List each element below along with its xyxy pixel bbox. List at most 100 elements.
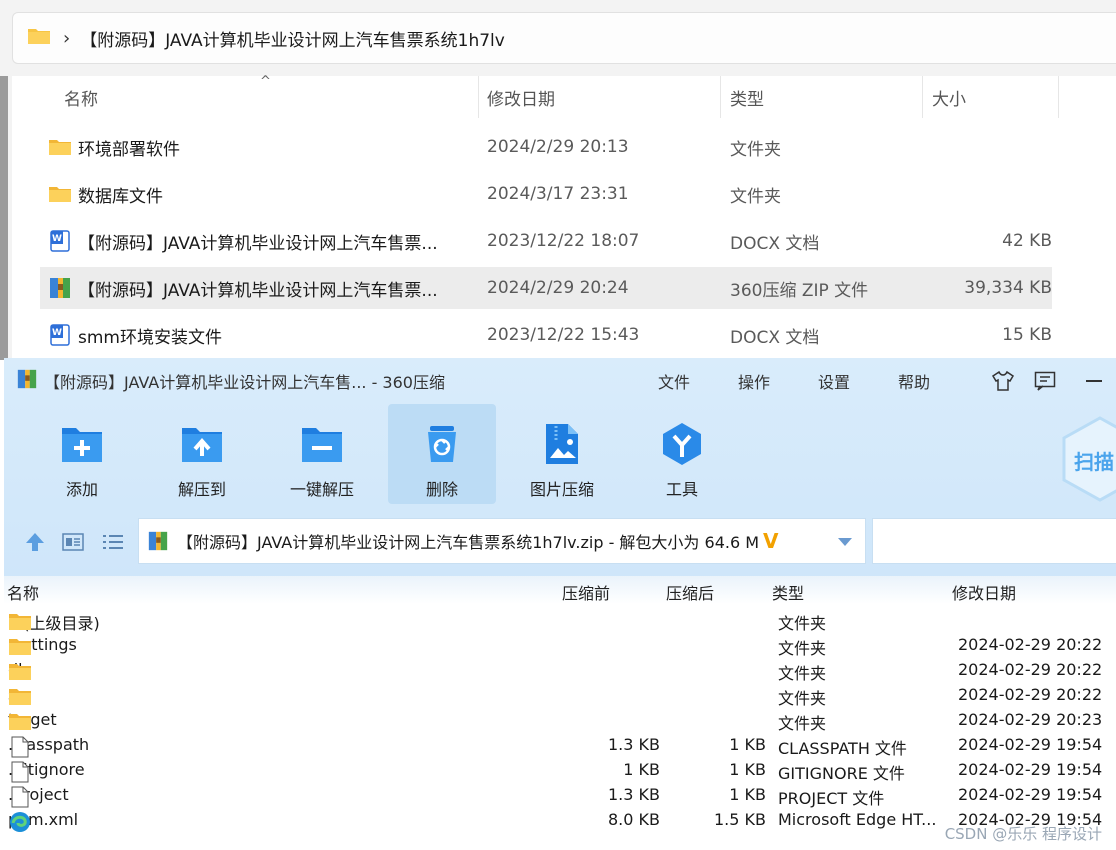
file-size: 15 KB (1002, 325, 1052, 345)
feedback-icon[interactable] (1030, 368, 1060, 394)
entry-before: 1.3 KB (608, 785, 660, 804)
archive-path-box[interactable]: 【附源码】JAVA计算机毕业设计网上汽车售票系统1h7lv.zip - 解包大小… (138, 518, 866, 564)
menu-operation[interactable]: 操作 (738, 368, 770, 394)
address-bar[interactable]: › 【附源码】JAVA计算机毕业设计网上汽车售票系统1h7lv (12, 12, 1116, 64)
file-modified: 2023/12/22 15:43 (487, 325, 640, 345)
file-row[interactable]: 环境部署软件 2024/2/29 20:13 文件夹 (40, 126, 1052, 168)
file-row[interactable]: W 【附源码】JAVA计算机毕业设计网上汽车售票... 2023/12/22 18… (40, 220, 1052, 262)
search-input[interactable] (872, 518, 1116, 564)
entry-type: GITIGNORE 文件 (778, 764, 905, 783)
minimize-icon[interactable] (1080, 368, 1108, 394)
scan-badge-text: 扫描 (1074, 450, 1114, 474)
details-view-icon[interactable] (61, 530, 85, 554)
archive-row[interactable]: target 文件夹 2024-02-29 20:23 (4, 708, 1116, 733)
toolbar-extract-to-button[interactable]: 解压到 (148, 404, 256, 504)
column-header-size[interactable]: 大小 (932, 76, 966, 118)
file-row[interactable]: Wsmm环境安装文件 2023/12/22 15:43 DOCX 文档 15 K… (40, 314, 1052, 356)
column-header-type[interactable]: 类型 (730, 76, 764, 118)
folder-icon (8, 687, 32, 707)
list-view-icon[interactable] (101, 530, 125, 554)
up-arrow-icon[interactable] (23, 530, 47, 554)
archive-row[interactable]: .classpath 1.3 KB 1 KB CLASSPATH 文件 2024… (4, 733, 1116, 758)
column-header-modified[interactable]: 修改日期 (487, 76, 555, 118)
vip-icon[interactable]: V (763, 529, 778, 553)
entry-after: 1 KB (729, 735, 766, 754)
entry-type: PROJECT 文件 (778, 789, 885, 808)
entry-before: 1.3 KB (608, 735, 660, 754)
file-row-selected[interactable]: 【附源码】JAVA计算机毕业设计网上汽车售票... 2024/2/29 20:2… (40, 267, 1052, 309)
svg-text:W: W (52, 234, 62, 244)
window-title: 【附源码】JAVA计算机毕业设计网上汽车售... - 360压缩 (16, 368, 445, 394)
breadcrumb[interactable]: 【附源码】JAVA计算机毕业设计网上汽车售票系统1h7lv (80, 26, 505, 51)
file-name: 【附源码】JAVA计算机毕业设计网上汽车售票... (78, 233, 438, 254)
window-title-text: 【附源码】JAVA计算机毕业设计网上汽车售... - 360压缩 (44, 373, 445, 392)
toolbar-add-button[interactable]: 添加 (28, 404, 136, 504)
zip-archive-icon (16, 368, 38, 394)
archive-row[interactable]: .settings 文件夹 2024-02-29 20:22 (4, 633, 1116, 658)
archive-row[interactable]: src 文件夹 2024-02-29 20:22 (4, 683, 1116, 708)
docx-icon: W (48, 323, 72, 347)
entry-type: 文件夹 (778, 664, 827, 683)
toolbar-label: 工具 (665, 480, 698, 499)
toolbar-label: 添加 (65, 480, 98, 499)
extract-to-icon (182, 428, 222, 462)
image-compress-icon (546, 424, 578, 464)
dropdown-arrow-icon[interactable] (837, 532, 853, 551)
archive-row[interactable]: .project 1.3 KB 1 KB PROJECT 文件 2024-02-… (4, 783, 1116, 808)
nav-pane-edge (0, 76, 8, 360)
toolbar-label: 一键解压 (289, 480, 354, 499)
entry-type: CLASSPATH 文件 (778, 739, 907, 758)
folder-icon (8, 637, 32, 657)
file-type: DOCX 文档 (730, 233, 820, 254)
toolbar-delete-button[interactable]: 删除 (388, 404, 496, 504)
menu-settings[interactable]: 设置 (818, 368, 850, 394)
column-header-after[interactable]: 压缩后 (666, 580, 714, 604)
archive-row[interactable]: db 文件夹 2024-02-29 20:22 (4, 658, 1116, 683)
column-divider[interactable] (478, 76, 479, 118)
svg-text:W: W (52, 328, 62, 338)
zip-archive-icon (147, 530, 169, 552)
column-header-name[interactable]: 名称 (64, 76, 98, 118)
folder-icon (8, 612, 32, 632)
column-divider[interactable] (720, 76, 721, 118)
file-row[interactable]: 数据库文件 2024/3/17 23:31 文件夹 (40, 173, 1052, 215)
toolbar-one-click-extract-button[interactable]: 一键解压 (268, 404, 376, 504)
entry-type: 文件夹 (778, 689, 827, 708)
file-icon (8, 761, 32, 783)
menu-file[interactable]: 文件 (658, 368, 690, 394)
watermark: CSDN @乐乐 程序设计 (944, 825, 1102, 843)
column-divider[interactable] (1058, 76, 1059, 118)
column-header-modified[interactable]: 修改日期 (952, 580, 1016, 604)
entry-modified: 2024-02-29 19:54 (958, 785, 1103, 804)
toolbar-label: 解压到 (177, 480, 226, 499)
toolbar-label: 图片压缩 (529, 480, 594, 499)
entry-after: 1 KB (729, 760, 766, 779)
file-size: 42 KB (1002, 231, 1052, 251)
entry-type: 文件夹 (778, 614, 827, 633)
archive-row[interactable]: .gitignore 1 KB 1 KB GITIGNORE 文件 2024-0… (4, 758, 1116, 783)
archive-row[interactable]: .. (上级目录) 文件夹 (4, 608, 1116, 633)
file-modified: 2023/12/22 18:07 (487, 231, 640, 251)
file-name: 数据库文件 (78, 186, 163, 207)
menu-help[interactable]: 帮助 (898, 368, 930, 394)
file-explorer-window: › 【附源码】JAVA计算机毕业设计网上汽车售票系统1h7lv ^ 名称 修改日… (0, 0, 1116, 360)
toolbar-image-compress-button[interactable]: 图片压缩 (508, 404, 616, 504)
column-divider[interactable] (922, 76, 923, 118)
column-header-type[interactable]: 类型 (772, 580, 804, 604)
entry-modified: 2024-02-29 20:22 (958, 660, 1103, 679)
toolbar-label: 删除 (425, 480, 458, 499)
skin-shirt-icon[interactable] (988, 368, 1018, 394)
one-click-extract-icon (302, 428, 342, 462)
column-header-name[interactable]: 名称 (7, 580, 39, 604)
tools-icon (663, 423, 701, 465)
scan-badge[interactable]: 扫描 (1060, 416, 1116, 502)
docx-icon: W (48, 229, 72, 253)
toolbar-tools-button[interactable]: 工具 (628, 404, 736, 504)
entry-after: 1.5 KB (714, 810, 766, 829)
chevron-right-icon[interactable]: › (63, 28, 70, 49)
file-list: ^ 名称 修改日期 类型 大小 环境部署软件 2024/2/29 20:13 文… (12, 74, 1116, 360)
file-name: 环境部署软件 (78, 139, 180, 160)
entry-type: 文件夹 (778, 639, 827, 658)
navigation-row: 【附源码】JAVA计算机毕业设计网上汽车售票系统1h7lv.zip - 解包大小… (4, 518, 1116, 566)
column-header-before[interactable]: 压缩前 (562, 580, 610, 604)
